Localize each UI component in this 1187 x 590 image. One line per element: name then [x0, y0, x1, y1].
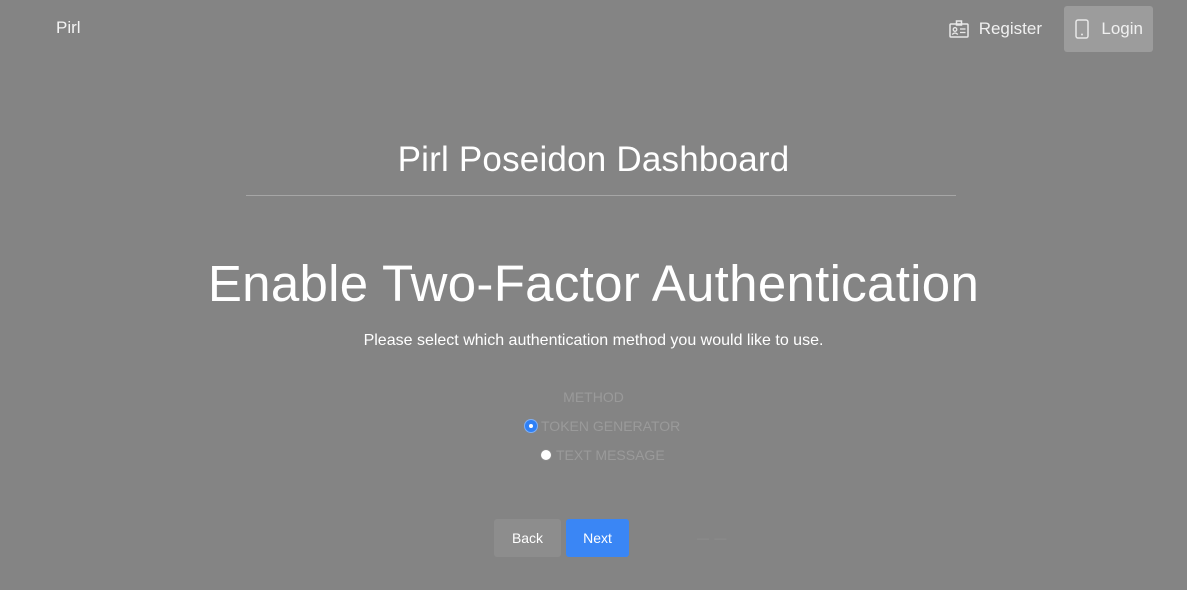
- mobile-phone-icon: [1072, 19, 1091, 39]
- next-button[interactable]: Next: [566, 519, 629, 557]
- token-generator-label: TOKEN GENERATOR: [541, 418, 681, 434]
- id-card-icon: [948, 19, 969, 39]
- text-message-label: TEXT MESSAGE: [556, 447, 665, 463]
- text-message-option[interactable]: TEXT MESSAGE: [540, 447, 665, 463]
- text-message-radio[interactable]: [540, 449, 552, 461]
- method-label: METHOD: [563, 389, 624, 405]
- brand-link[interactable]: Pirl: [56, 18, 81, 38]
- token-generator-radio[interactable]: [525, 420, 537, 432]
- login-nav-button[interactable]: Login: [1064, 6, 1153, 52]
- login-label: Login: [1101, 19, 1143, 38]
- title-divider: [246, 195, 956, 196]
- register-nav-button[interactable]: Register: [939, 6, 1052, 52]
- faint-mark: — —: [697, 531, 728, 545]
- site-title: Pirl Poseidon Dashboard: [397, 140, 790, 179]
- register-label: Register: [978, 19, 1042, 38]
- back-button[interactable]: Back: [494, 519, 561, 557]
- top-nav: Register Login: [939, 6, 1153, 52]
- token-generator-option[interactable]: TOKEN GENERATOR: [525, 418, 680, 434]
- instruction-text: Please select which authentication metho…: [363, 332, 824, 349]
- page-heading: Enable Two-Factor Authentication: [207, 255, 980, 312]
